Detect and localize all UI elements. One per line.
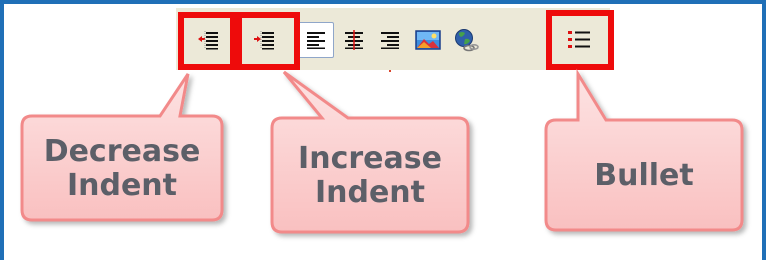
decrease-indent-label: Decrease Indent bbox=[43, 134, 201, 203]
increase-indent-label: Increase Indent bbox=[298, 141, 442, 210]
bullet-label: Bullet bbox=[594, 158, 694, 193]
